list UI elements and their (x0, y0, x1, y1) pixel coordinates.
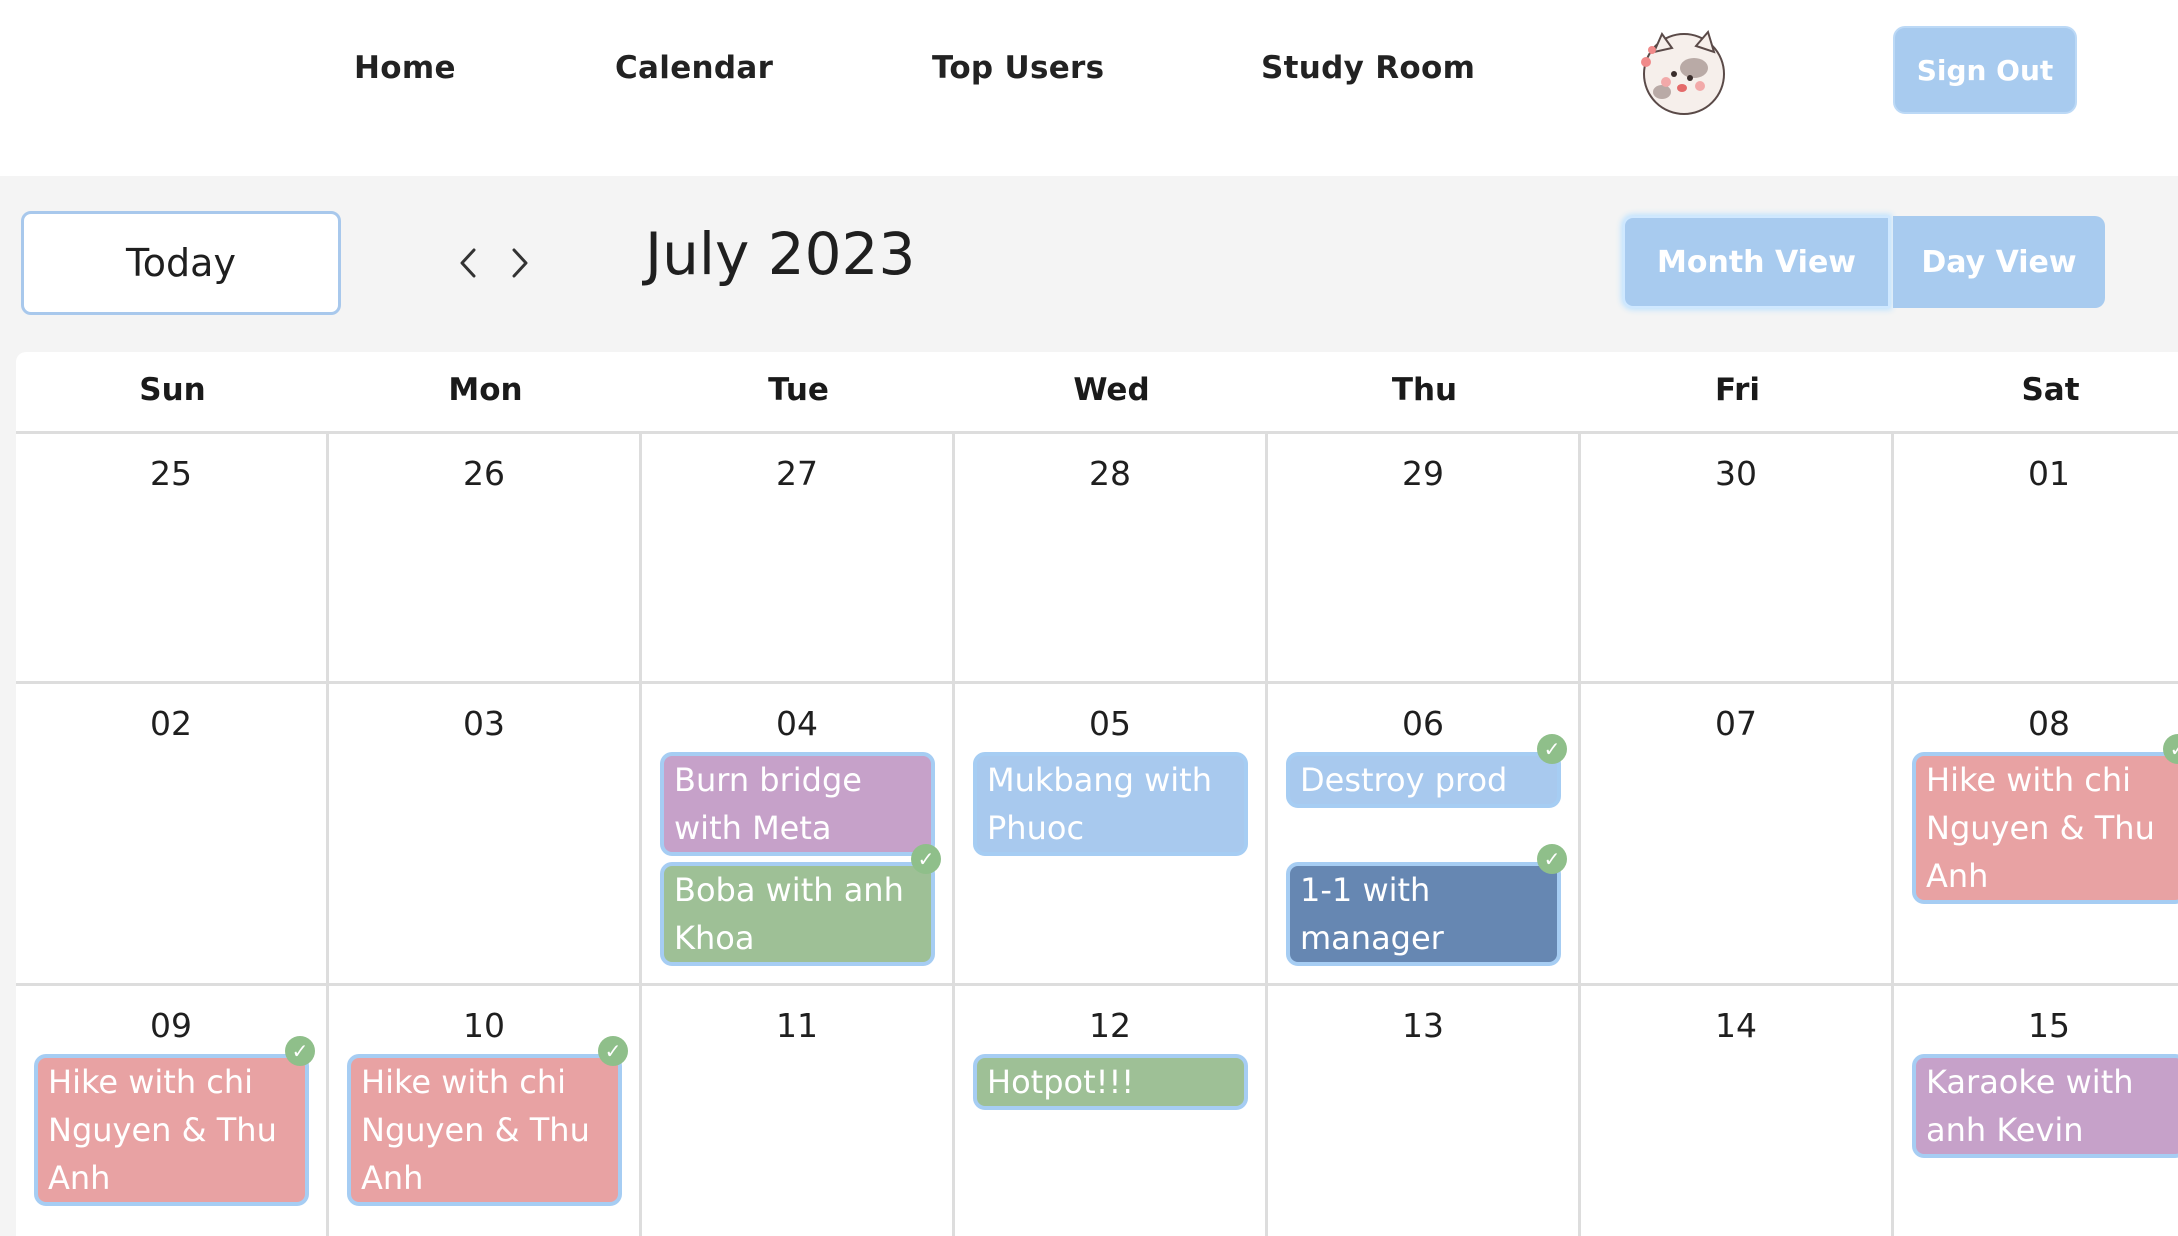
day-view-button[interactable]: Day View (1893, 216, 2105, 308)
next-month-button[interactable] (500, 238, 540, 288)
date-number: 03 (463, 704, 505, 743)
chevron-left-icon (460, 248, 476, 278)
day-cell[interactable]: 15 Karaoke with anh Kevin (1894, 986, 2178, 1236)
nav-home-link[interactable]: Home (354, 50, 456, 86)
event-title: 1-1 with manager (1300, 871, 1444, 957)
event-title: Hike with chi Nguyen & Thu Anh (48, 1063, 277, 1197)
day-cell[interactable]: 13 (1268, 986, 1581, 1236)
sign-out-button[interactable]: Sign Out (1893, 26, 2077, 114)
weekday-thu: Thu (1391, 372, 1458, 408)
day-cell[interactable]: 01 (1894, 434, 2178, 684)
date-number: 02 (150, 704, 192, 743)
day-cell[interactable]: 28 (955, 434, 1268, 684)
check-icon: ✓ (1537, 734, 1567, 764)
date-number: 05 (1089, 704, 1131, 743)
date-number: 11 (776, 1006, 818, 1045)
day-cell[interactable]: 26 (329, 434, 642, 684)
weekday-wed: Wed (1073, 372, 1150, 408)
check-icon: ✓ (598, 1036, 628, 1066)
event-title: Mukbang with Phuoc (987, 761, 1212, 847)
day-cell[interactable]: 03 (329, 684, 642, 986)
date-number: 26 (463, 454, 505, 493)
check-icon: ✓ (285, 1036, 315, 1066)
event-title: Destroy prod (1300, 761, 1508, 799)
date-number: 27 (776, 454, 818, 493)
day-cell[interactable]: 25 (16, 434, 329, 684)
date-number: 07 (1715, 704, 1757, 743)
day-cell[interactable]: 11 (642, 986, 955, 1236)
event-title: Boba with anh Khoa (674, 871, 904, 957)
date-number: 01 (2028, 454, 2070, 493)
event-title: Hike with chi Nguyen & Thu Anh (1926, 761, 2155, 895)
day-cell[interactable]: 02 (16, 684, 329, 986)
day-cell[interactable]: 04 Burn bridge with Meta Boba with anh Kho… (642, 684, 955, 986)
day-cell[interactable]: 06 Destroy prod ✓ 1-1 with manager ✓ (1268, 684, 1581, 986)
avatar[interactable] (1632, 22, 1732, 122)
day-cell[interactable]: 05 Mukbang with Phuoc (955, 684, 1268, 986)
event-title: Hotpot!!! (987, 1063, 1135, 1101)
date-number: 28 (1089, 454, 1131, 493)
day-cell[interactable]: 10 Hike with chi Nguyen & Thu Anh ✓ (329, 986, 642, 1236)
date-number: 15 (2028, 1006, 2070, 1045)
date-number: 29 (1402, 454, 1444, 493)
event-chip[interactable]: Hike with chi Nguyen & Thu Anh ✓ (1912, 734, 2178, 904)
weekday-sun: Sun (139, 372, 206, 408)
view-switcher: Month View Day View (1623, 216, 2105, 308)
cat-avatar-icon (1641, 29, 1725, 115)
event-chip[interactable]: Mukbang with Phuoc (973, 752, 1248, 856)
check-icon: ✓ (911, 844, 941, 874)
check-icon: ✓ (1537, 844, 1567, 874)
weekday-mon: Mon (448, 372, 523, 408)
date-number: 06 (1402, 704, 1444, 743)
day-cell[interactable]: 08 Hike with chi Nguyen & Thu Anh ✓ (1894, 684, 2178, 986)
date-number: 13 (1402, 1006, 1444, 1045)
date-number: 10 (463, 1006, 505, 1045)
month-view-button[interactable]: Month View (1623, 216, 1890, 308)
day-cell[interactable]: 07 (1581, 684, 1894, 986)
event-title: Karaoke with anh Kevin (1926, 1063, 2134, 1149)
nav-calendar-link[interactable]: Calendar (615, 50, 773, 86)
event-chip[interactable]: Hike with chi Nguyen & Thu Anh ✓ (34, 1036, 315, 1206)
date-number: 14 (1715, 1006, 1757, 1045)
event-chip[interactable]: 1-1 with manager ✓ (1286, 844, 1567, 966)
event-title: Hike with chi Nguyen & Thu Anh (361, 1063, 590, 1197)
day-cell[interactable]: 09 Hike with chi Nguyen & Thu Anh ✓ (16, 986, 329, 1236)
event-chip[interactable]: Karaoke with anh Kevin (1912, 1054, 2178, 1158)
month-calendar: Sun Mon Tue Wed Thu Fri Sat 25 26 27 28 29 30 01 02 03… (16, 352, 2178, 1236)
date-number: 25 (150, 454, 192, 493)
day-cell[interactable]: 12 Hotpot!!! (955, 986, 1268, 1236)
month-title: July 2023 (645, 220, 916, 288)
nav-top-users-link[interactable]: Top Users (932, 50, 1104, 86)
event-chip[interactable]: Burn bridge with Meta (660, 752, 935, 856)
weekday-tue: Tue (768, 372, 829, 408)
prev-month-button[interactable] (448, 238, 488, 288)
nav-study-room-link[interactable]: Study Room (1261, 50, 1475, 86)
day-cell[interactable]: 14 (1581, 986, 1894, 1236)
chevron-right-icon (512, 248, 528, 278)
day-cell[interactable]: 30 (1581, 434, 1894, 684)
day-cell[interactable]: 29 (1268, 434, 1581, 684)
event-chip[interactable]: Hotpot!!! (973, 1054, 1248, 1110)
date-number: 12 (1089, 1006, 1131, 1045)
date-number: 08 (2028, 704, 2070, 743)
event-chip[interactable]: Destroy prod ✓ (1286, 734, 1567, 808)
weekday-fri: Fri (1714, 372, 1761, 408)
today-button[interactable]: Today (21, 211, 341, 315)
date-number: 30 (1715, 454, 1757, 493)
weekday-sat: Sat (2021, 372, 2080, 408)
event-chip[interactable]: Hike with chi Nguyen & Thu Anh ✓ (347, 1036, 628, 1206)
event-title: Burn bridge with Meta (674, 761, 862, 847)
date-number: 09 (150, 1006, 192, 1045)
event-chip[interactable]: Boba with anh Khoa ✓ (660, 844, 941, 966)
day-cell[interactable]: 27 (642, 434, 955, 684)
weekday-header-row: Sun Mon Tue Wed Thu Fri Sat (16, 352, 2178, 434)
date-number: 04 (776, 704, 818, 743)
top-nav: Home Calendar Top Users Study Room Sign … (0, 0, 2178, 176)
